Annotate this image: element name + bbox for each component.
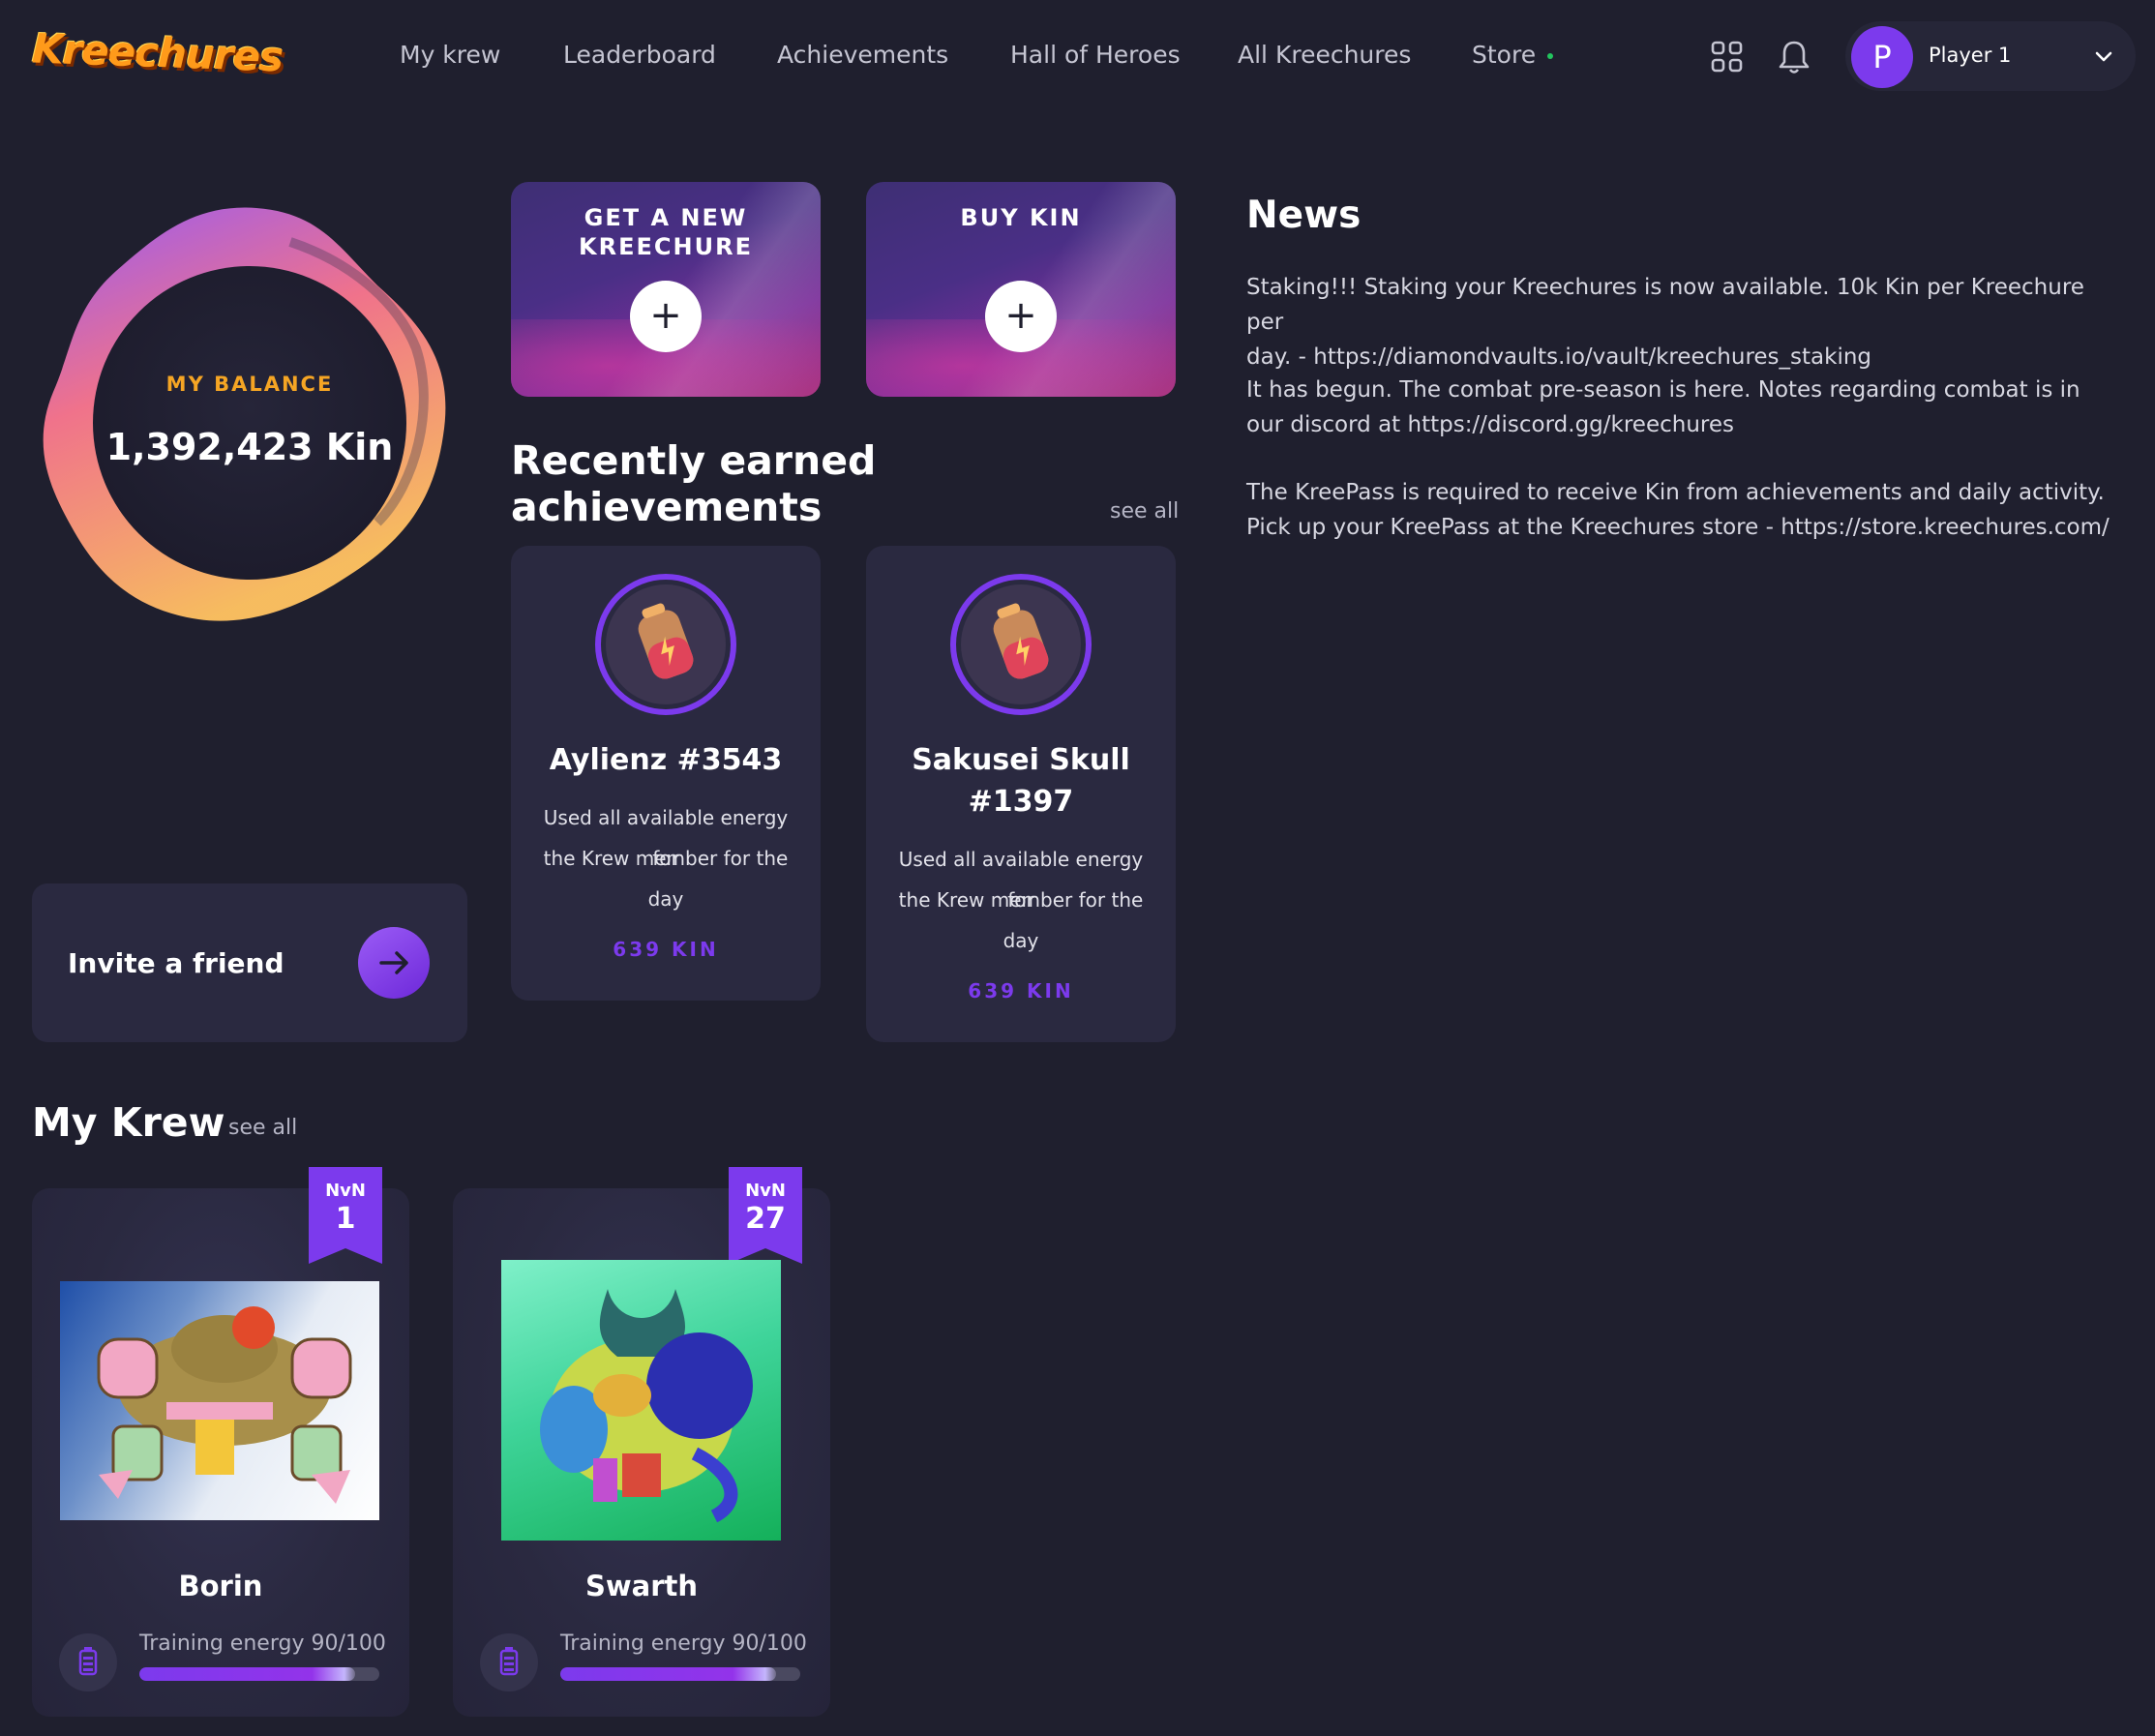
kreechure-art [97, 1306, 352, 1504]
achievement-desc-line-2: the Krew member for the [543, 847, 789, 870]
achievements-title: Recently earned achievements [511, 437, 876, 530]
battery-icon [78, 1647, 98, 1676]
user-menu[interactable]: P Player 1 [1845, 21, 2136, 91]
news-item-line-1: Staking!!! Staking your Kreechures is no… [1246, 275, 2084, 335]
news-item-line-2: our discord at https://discord.gg/kreech… [1246, 412, 1734, 437]
battery-icon [499, 1647, 519, 1676]
energy-value: 90/100 [311, 1631, 386, 1656]
nav-achievements[interactable]: Achievements [777, 41, 948, 69]
arrow-right-icon [379, 951, 408, 974]
nvn-ribbon-label: NvN [325, 1181, 366, 1201]
energy-label-text: Training energy [139, 1631, 305, 1656]
buy-kin-card[interactable]: BUY KIN + [866, 182, 1176, 397]
news-item-line-1: The KreePass is required to receive Kin … [1246, 480, 2105, 505]
store-status-dot [1547, 53, 1554, 59]
nav-my-krew[interactable]: My krew [400, 41, 500, 69]
kreechure-image[interactable] [501, 1260, 781, 1541]
kreechure-art [540, 1289, 753, 1523]
achievement-card[interactable]: Aylienz #3543 Used all available energy … [511, 546, 821, 1001]
achievement-desc-line-3: day [647, 887, 684, 911]
energy-bar [139, 1667, 379, 1681]
energy-label: Training energy 90/100 [139, 1631, 386, 1656]
get-new-kreechure-title: GET A NEW KREECHURE [511, 203, 821, 261]
kreechure-name: Borin [178, 1570, 263, 1602]
nav-store[interactable]: Store [1472, 41, 1554, 69]
invite-friend-button[interactable] [358, 927, 430, 999]
invite-friend-label: Invite a friend [68, 947, 284, 979]
buy-kin-button[interactable]: + [985, 281, 1057, 352]
energy-bar [560, 1667, 800, 1681]
kreechure-name: Swarth [584, 1570, 699, 1602]
bell-icon[interactable] [1777, 39, 1811, 75]
achievement-card[interactable]: Sakusei Skull #1397 Used all available e… [866, 546, 1176, 1042]
achievement-name: Aylienz #3543 [549, 743, 783, 777]
nav-leaderboard[interactable]: Leaderboard [563, 41, 716, 69]
nvn-ribbon-number: 27 [745, 1202, 786, 1236]
energy-icon [59, 1633, 117, 1691]
krew-card[interactable]: NvN 27 Swarth Training energy 90/100 [453, 1167, 830, 1717]
news-item-line-2: day. - https://diamondvaults.io/vault/kr… [1246, 344, 1872, 370]
energy-icon [480, 1633, 538, 1691]
avatar: P [1851, 26, 1913, 88]
krew-see-all-link[interactable]: see all [228, 1116, 297, 1140]
achievement-name-line-1: Sakusei Skull [912, 743, 1130, 777]
nav-hall-of-heroes[interactable]: Hall of Heroes [1010, 41, 1181, 69]
grid-icon[interactable] [1710, 39, 1745, 75]
news-item: Staking!!! Staking your Kreechures is no… [1246, 270, 2117, 374]
achievement-desc-line-3: day [1003, 929, 1039, 952]
chevron-down-icon[interactable] [2093, 46, 2114, 68]
energy-bar-fill [560, 1667, 777, 1681]
achievement-name-line-2: #1397 [968, 785, 1074, 819]
balance-blob [43, 207, 446, 621]
achievements-title-line-1: Recently earned [511, 437, 877, 484]
action-title-line-1: BUY KIN [960, 204, 1082, 231]
energy-bar-fill [139, 1667, 356, 1681]
achievement-reward: 639 KIN [968, 979, 1074, 1003]
achievements-see-all-link[interactable]: see all [1110, 499, 1179, 524]
my-krew-title: My Krew [32, 1099, 225, 1146]
energy-value: 90/100 [732, 1631, 807, 1656]
balance-label: MY BALANCE [165, 373, 334, 396]
achievement-reward: 639 KIN [613, 938, 719, 961]
krew-card[interactable]: NvN 1 Borin Training energy 90/100 [32, 1167, 409, 1717]
news-title: News [1246, 194, 1362, 237]
kreechures-logo[interactable]: Kreechures [31, 24, 284, 80]
nvn-ribbon-label: NvN [745, 1181, 786, 1201]
get-new-kreechure-button[interactable]: + [630, 281, 702, 352]
top-header: Kreechures My krew Leaderboard Achieveme… [0, 0, 2155, 114]
user-name: Player 1 [1929, 44, 2012, 67]
achievements-title-line-2: achievements [511, 484, 823, 530]
nav-store-label: Store [1472, 41, 1537, 69]
news-item: It has begun. The combat pre-season is h… [1246, 373, 2117, 442]
energy-label: Training energy 90/100 [560, 1631, 807, 1656]
news-item-line-2: Pick up your KreePass at the Kreechures … [1246, 515, 2110, 540]
kreechure-image[interactable] [60, 1281, 379, 1520]
news-item: The KreePass is required to receive Kin … [1246, 475, 2117, 545]
nvn-ribbon-number: 1 [335, 1202, 356, 1236]
buy-kin-title: BUY KIN [866, 203, 1176, 232]
nav-all-kreechures[interactable]: All Kreechures [1238, 41, 1411, 69]
action-title-line-2: KREECHURE [579, 233, 753, 260]
energy-label-text: Training energy [560, 1631, 726, 1656]
invite-friend-card[interactable]: Invite a friend [32, 883, 467, 1042]
balance-value: 1,392,423 Kin [105, 426, 394, 468]
news-item-line-1: It has begun. The combat pre-season is h… [1246, 377, 2080, 403]
battery-badge-icon [595, 574, 736, 715]
achievement-desc-line-2: the Krew member for the [898, 888, 1144, 912]
battery-badge-icon [950, 574, 1092, 715]
get-new-kreechure-card[interactable]: GET A NEW KREECHURE + [511, 182, 821, 397]
action-title-line-1: GET A NEW [584, 204, 748, 231]
